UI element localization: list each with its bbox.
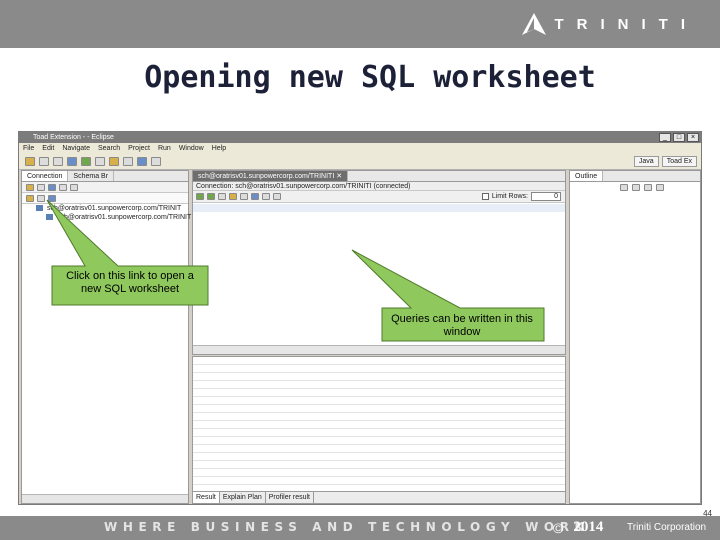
results-panel: Result Explain Plan Profiler result xyxy=(192,356,566,504)
menu-run[interactable]: Run xyxy=(158,143,171,154)
connection-toolbar xyxy=(22,182,188,193)
connection-status: Connection: sch@oratrisv01.sunpowercorp.… xyxy=(193,182,565,191)
logo-text: TRINITI xyxy=(554,15,698,33)
header-band: TRINITI xyxy=(0,0,720,48)
add-connection-icon[interactable] xyxy=(26,183,34,191)
new-icon[interactable] xyxy=(25,157,35,166)
database-icon[interactable] xyxy=(67,157,77,166)
menu-file[interactable]: File xyxy=(23,143,34,154)
triniti-logo: TRINITI xyxy=(521,12,699,36)
callout-editor-text: Queries can be written in this window xyxy=(391,313,533,338)
perspective-switcher: Java Toad Ex xyxy=(633,156,697,167)
editor-tab-label: sch@oratrisv01.sunpowercorp.com/TRINITI xyxy=(198,173,335,180)
menu-project[interactable]: Project xyxy=(128,143,150,154)
slide-title: Opening new SQL worksheet xyxy=(144,60,596,95)
copyright: © 2014 xyxy=(553,519,603,536)
copyright-year: 2014 xyxy=(573,519,604,535)
tab-result[interactable]: Result xyxy=(193,492,220,503)
menu-navigate[interactable]: Navigate xyxy=(62,143,90,154)
current-line-highlight xyxy=(193,204,565,212)
limit-rows-control: Limit Rows: 0 xyxy=(481,192,561,201)
execute-script-icon[interactable] xyxy=(207,193,215,200)
tagline: WHERE BUSINESS AND TECHNOLOGY WORK xyxy=(104,520,590,534)
connection-hscrollbar[interactable] xyxy=(22,494,188,503)
delete-icon[interactable] xyxy=(70,183,78,191)
limit-rows-checkbox[interactable] xyxy=(481,193,489,200)
connection-actions xyxy=(22,193,188,204)
commit-icon[interactable] xyxy=(262,193,270,200)
eclipse-window: Toad Extension - - Eclipse _ □ × File Ed… xyxy=(18,131,702,505)
window-title: Toad Extension - - Eclipse xyxy=(33,134,114,141)
format-icon[interactable] xyxy=(251,193,259,200)
close-button[interactable]: × xyxy=(687,133,699,142)
open-file-icon[interactable] xyxy=(229,193,237,200)
connect-icon[interactable] xyxy=(48,183,56,191)
database-node-icon xyxy=(46,214,53,220)
limit-rows-label: Limit Rows: xyxy=(491,193,528,200)
execute-icon[interactable] xyxy=(196,193,204,200)
link-icon[interactable] xyxy=(656,184,664,191)
tab-close-icon[interactable]: ✕ xyxy=(336,173,342,180)
outline-toolbar xyxy=(570,182,700,193)
print-icon[interactable] xyxy=(53,157,63,166)
outline-tabstrip: Outline xyxy=(570,171,700,182)
connection-item-label: sch@oratrisv01.sunpowercorp.com/TRINIT xyxy=(46,205,182,212)
company-name: Triniti Corporation xyxy=(627,522,707,533)
explain-plan-icon[interactable] xyxy=(218,193,226,200)
connection-item[interactable]: sch@oratrisv01.sunpowercorp.com/TRINIT xyxy=(22,204,188,213)
tab-connection[interactable]: Connection xyxy=(22,171,69,181)
footer-band: WHERE BUSINESS AND TECHNOLOGY WORK © 201… xyxy=(0,516,720,540)
tab-outline[interactable]: Outline xyxy=(570,171,604,181)
triniti-logo-icon xyxy=(521,13,546,35)
forward-icon[interactable] xyxy=(151,157,161,166)
window-titlebar: Toad Extension - - Eclipse _ □ × xyxy=(19,132,701,143)
slide: TRINITI Opening new SQL worksheet Toad E… xyxy=(0,0,720,540)
open-folder-icon[interactable] xyxy=(109,157,119,166)
save-file-icon[interactable] xyxy=(240,193,248,200)
open-editor-icon[interactable] xyxy=(37,194,45,202)
connection-panel: Connection Schema Br sch@oratrisv01.sunp… xyxy=(21,170,192,504)
save-icon[interactable] xyxy=(39,157,49,166)
back-icon[interactable] xyxy=(137,157,147,166)
maximize-button[interactable]: □ xyxy=(673,133,685,142)
connection-tabstrip: Connection Schema Br xyxy=(22,171,188,182)
debug-icon[interactable] xyxy=(95,157,105,166)
minimize-button[interactable]: _ xyxy=(659,133,671,142)
result-grid[interactable] xyxy=(193,357,565,491)
filter-icon[interactable] xyxy=(644,184,652,191)
window-controls: _ □ × xyxy=(659,133,699,142)
collapse-icon[interactable] xyxy=(620,184,628,191)
rollback-icon[interactable] xyxy=(273,193,281,200)
database-node-icon xyxy=(36,205,43,211)
editor-toolbar: Limit Rows: 0 xyxy=(193,191,565,203)
results-tabstrip: Result Explain Plan Profiler result xyxy=(193,491,565,503)
menu-help[interactable]: Help xyxy=(212,143,226,154)
menu-edit[interactable]: Edit xyxy=(42,143,54,154)
connection-item-label: sch@oratrisv01.sunpowercorp.com/TRINIT xyxy=(56,214,192,221)
callout-worksheet-text: Click on this link to open a new SQL wor… xyxy=(66,270,194,295)
copyright-symbol: © xyxy=(553,519,564,536)
perspective-toad[interactable]: Toad Ex xyxy=(661,156,697,167)
main-toolbar: Java Toad Ex xyxy=(19,154,701,170)
disconnect-icon[interactable] xyxy=(59,183,67,191)
search-icon[interactable] xyxy=(123,157,133,166)
tab-profiler-result[interactable]: Profiler result xyxy=(266,492,314,503)
edit-connection-icon[interactable] xyxy=(37,183,45,191)
menubar: File Edit Navigate Search Project Run Wi… xyxy=(19,143,701,154)
refresh-icon[interactable] xyxy=(48,194,56,202)
outline-panel: Outline xyxy=(569,170,701,504)
tab-schema-browser[interactable]: Schema Br xyxy=(68,171,115,181)
menu-search[interactable]: Search xyxy=(98,143,120,154)
limit-rows-input[interactable]: 0 xyxy=(531,192,561,201)
run-icon[interactable] xyxy=(81,157,91,166)
perspective-java[interactable]: Java xyxy=(633,156,659,167)
menu-window[interactable]: Window xyxy=(179,143,204,154)
connection-item[interactable]: sch@oratrisv01.sunpowercorp.com/TRINIT xyxy=(22,213,192,222)
open-sql-worksheet-icon[interactable] xyxy=(26,194,34,202)
sort-icon[interactable] xyxy=(632,184,640,191)
editor-tabstrip: sch@oratrisv01.sunpowercorp.com/TRINITI … xyxy=(193,171,565,182)
editor-hscrollbar[interactable] xyxy=(193,345,565,354)
tab-explain-plan[interactable]: Explain Plan xyxy=(220,492,266,503)
tab-sql-worksheet[interactable]: sch@oratrisv01.sunpowercorp.com/TRINITI … xyxy=(193,171,349,181)
